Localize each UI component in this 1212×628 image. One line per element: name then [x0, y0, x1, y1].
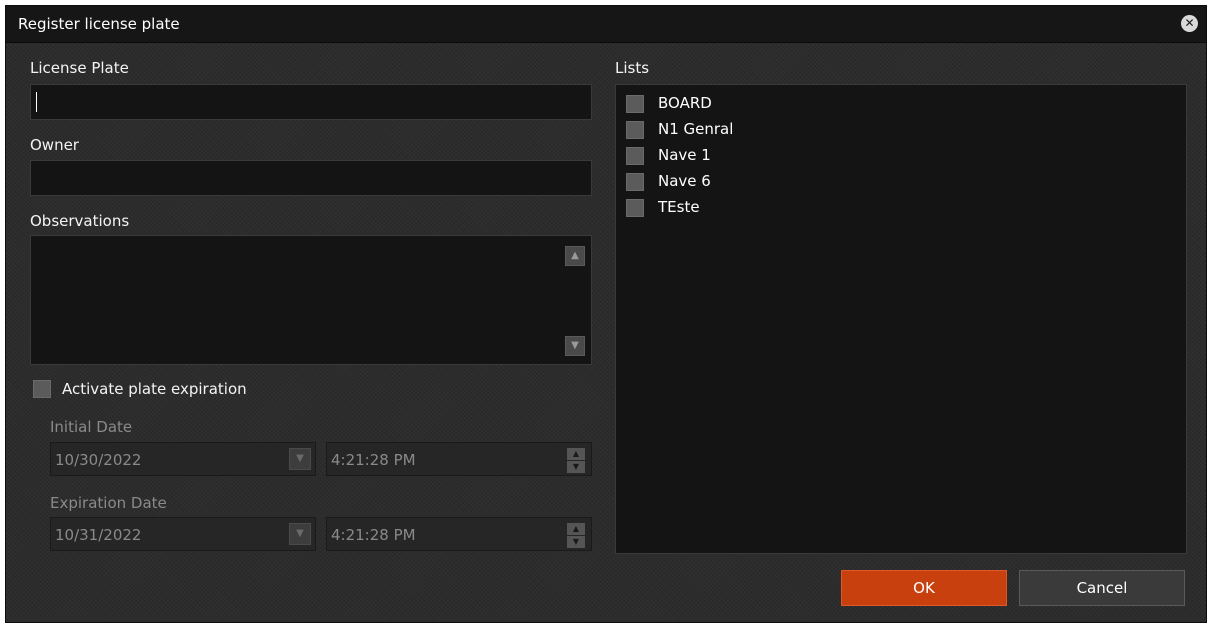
lists-label: Lists [615, 59, 650, 77]
activate-expiration-label: Activate plate expiration [62, 380, 247, 398]
list-item-checkbox[interactable] [626, 173, 644, 191]
spin-up-icon[interactable]: ▲ [567, 523, 585, 535]
list-item-label: Nave 1 [658, 146, 711, 164]
list-item-label: BOARD [658, 94, 712, 112]
license-plate-input[interactable] [31, 85, 591, 119]
list-item-label: N1 Genral [658, 120, 734, 138]
cancel-button[interactable]: Cancel [1019, 570, 1185, 606]
expiration-date-value: 10/31/2022 [55, 526, 142, 544]
chevron-down-icon[interactable]: ▼ [289, 523, 311, 545]
initial-date-picker[interactable]: 10/30/2022 ▼ [50, 442, 316, 476]
list-item-label: TEste [658, 198, 700, 216]
dialog-title: Register license plate [18, 15, 180, 33]
chevron-down-icon[interactable]: ▼ [289, 448, 311, 470]
register-plate-dialog: Register license plate ✕ License Plate O… [5, 5, 1207, 623]
observations-field[interactable]: ▲ ▼ [30, 235, 592, 365]
title-bar: Register license plate ✕ [6, 6, 1206, 43]
initial-time-picker[interactable]: 4:21:28 PM ▲ ▼ [326, 442, 592, 476]
list-item-checkbox[interactable] [626, 199, 644, 217]
scroll-up-icon[interactable]: ▲ [565, 246, 585, 266]
initial-time-value: 4:21:28 PM [331, 451, 416, 469]
observations-textarea[interactable] [31, 236, 591, 364]
spin-down-icon[interactable]: ▼ [567, 536, 585, 548]
observations-label: Observations [30, 212, 130, 230]
close-icon[interactable]: ✕ [1181, 15, 1198, 32]
license-plate-field[interactable] [30, 84, 592, 120]
license-plate-label: License Plate [30, 59, 129, 77]
expiration-time-value: 4:21:28 PM [331, 526, 416, 544]
lists-panel: BOARD N1 Genral Nave 1 Nave 6 TEste [615, 84, 1187, 554]
initial-date-label: Initial Date [50, 418, 133, 436]
list-item-label: Nave 6 [658, 172, 711, 190]
initial-date-value: 10/30/2022 [55, 451, 142, 469]
expiration-time-picker[interactable]: 4:21:28 PM ▲ ▼ [326, 517, 592, 551]
expiration-date-picker[interactable]: 10/31/2022 ▼ [50, 517, 316, 551]
owner-field[interactable] [30, 160, 592, 196]
scroll-down-icon[interactable]: ▼ [565, 336, 585, 356]
list-item-checkbox[interactable] [626, 121, 644, 139]
activate-expiration-checkbox[interactable] [33, 380, 51, 398]
spin-down-icon[interactable]: ▼ [567, 461, 585, 473]
text-caret [36, 92, 37, 112]
spin-up-icon[interactable]: ▲ [567, 448, 585, 460]
owner-input[interactable] [31, 161, 591, 195]
owner-label: Owner [30, 136, 79, 154]
expiration-date-label: Expiration Date [50, 494, 167, 512]
list-item-checkbox[interactable] [626, 95, 644, 113]
ok-button[interactable]: OK [841, 570, 1007, 606]
list-item-checkbox[interactable] [626, 147, 644, 165]
